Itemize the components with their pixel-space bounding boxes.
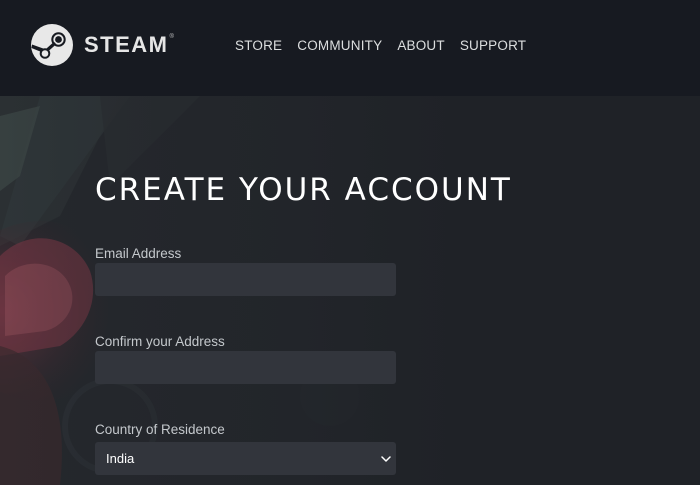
country-label: Country of Residence [95, 422, 225, 437]
registered-mark: ® [169, 34, 174, 40]
email-label: Email Address [95, 246, 182, 261]
page-title: CREATE YOUR ACCOUNT [95, 172, 512, 208]
main-nav: STORE COMMUNITY ABOUT SUPPORT [235, 38, 526, 53]
chevron-down-icon [381, 456, 391, 462]
email-input[interactable] [95, 263, 396, 296]
site-header: STEAM ® STORE COMMUNITY ABOUT SUPPORT [0, 0, 700, 96]
main-content: CREATE YOUR ACCOUNT Email Address Confir… [0, 96, 700, 485]
confirm-email-input[interactable] [95, 351, 396, 384]
country-select[interactable]: India [95, 442, 396, 475]
steam-logo-icon [31, 24, 73, 66]
nav-support[interactable]: SUPPORT [460, 38, 526, 53]
nav-community[interactable]: COMMUNITY [297, 38, 382, 53]
nav-about[interactable]: ABOUT [397, 38, 445, 53]
steam-logo[interactable]: STEAM ® [30, 23, 174, 67]
country-selected-value: India [106, 451, 135, 466]
nav-store[interactable]: STORE [235, 38, 282, 53]
steam-create-account-page: STEAM ® STORE COMMUNITY ABOUT SUPPORT CR… [0, 0, 700, 485]
steam-wordmark: STEAM [84, 32, 169, 57]
confirm-email-label: Confirm your Address [95, 334, 225, 349]
